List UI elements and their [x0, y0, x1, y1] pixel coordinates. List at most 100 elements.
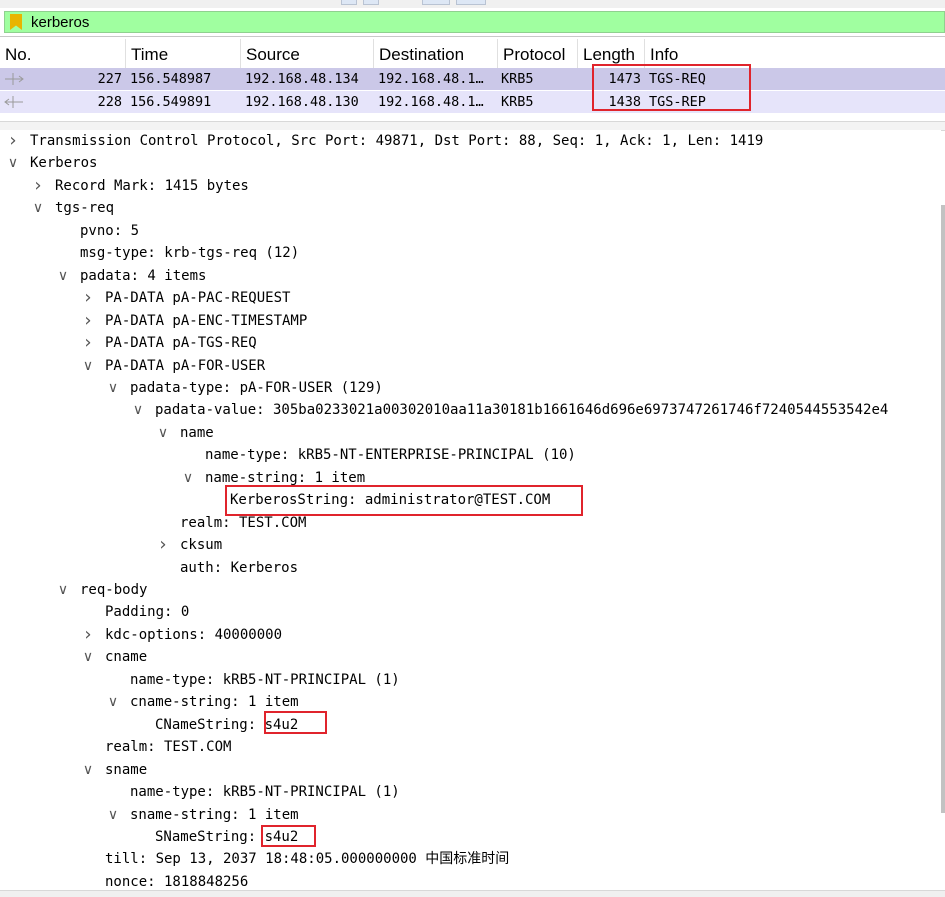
column-header-source[interactable]: Source: [241, 39, 374, 68]
tree-row-label: auth: Kerberos: [180, 559, 299, 576]
details-scrollbar[interactable]: [941, 205, 945, 813]
packet-length: 1438: [608, 94, 641, 110]
chevron-right-icon[interactable]: ›: [82, 287, 94, 309]
chevron-right-icon[interactable]: ›: [157, 534, 169, 556]
tree-row[interactable]: ∨ cname-string: 1 item: [0, 691, 941, 713]
tree-row-label: realm: TEST.COM: [180, 514, 307, 531]
tree-row-label: cname: [105, 649, 148, 666]
column-header-length[interactable]: Length: [578, 39, 645, 68]
chevron-down-icon[interactable]: ∨: [107, 804, 119, 826]
tree-row-label: PA-DATA pA-TGS-REQ: [105, 335, 257, 352]
chevron-down-icon[interactable]: ∨: [82, 355, 94, 377]
packet-row[interactable]: 227 156.548987 192.168.48.134 192.168.48…: [0, 68, 945, 90]
tree-row[interactable]: ∨ cname: [0, 646, 941, 668]
toolbar-button[interactable]: [341, 0, 357, 5]
column-header-protocol[interactable]: Protocol: [498, 39, 578, 68]
tree-row-label: till: Sep 13, 2037 18:48:05.000000000 中国…: [105, 851, 510, 868]
tree-row[interactable]: › kdc-options: 40000000: [0, 624, 941, 646]
tree-row[interactable]: ∨ req-body: [0, 579, 941, 601]
tree-row[interactable]: ∨ sname-string: 1 item: [0, 804, 941, 826]
tree-row[interactable]: name-type: kRB5-NT-PRINCIPAL (1): [0, 669, 941, 691]
tree-row[interactable]: ∨ padata: 4 items: [0, 265, 941, 287]
packet-row[interactable]: 228 156.549891 192.168.48.130 192.168.48…: [0, 91, 945, 113]
tree-row[interactable]: › PA-DATA pA-TGS-REQ: [0, 332, 941, 354]
chevron-right-icon[interactable]: ›: [7, 130, 19, 152]
packet-time: 156.548987: [130, 71, 212, 87]
tree-row-label: sname-string: 1 item: [130, 806, 299, 823]
tree-row[interactable]: auth: Kerberos: [0, 557, 941, 579]
column-header-destination[interactable]: Destination: [374, 39, 498, 68]
tree-row-label: SNameString: s4u2: [155, 828, 299, 845]
chevron-down-icon[interactable]: ∨: [107, 377, 119, 399]
chevron-down-icon[interactable]: ∨: [82, 646, 94, 668]
tree-row[interactable]: › PA-DATA pA-ENC-TIMESTAMP: [0, 310, 941, 332]
tree-row[interactable]: › PA-DATA pA-PAC-REQUEST: [0, 287, 941, 309]
chevron-right-icon[interactable]: ›: [82, 310, 94, 332]
tree-row[interactable]: › cksum: [0, 534, 941, 556]
toolbar-button[interactable]: [422, 0, 450, 5]
tree-row[interactable]: › Transmission Control Protocol, Src Port…: [0, 130, 941, 152]
tree-row[interactable]: name-type: kRB5-NT-ENTERPRISE-PRINCIPAL …: [0, 444, 941, 466]
column-header-info[interactable]: Info: [645, 39, 945, 68]
packet-time: 156.549891: [130, 94, 212, 110]
tree-row[interactable]: ∨ Kerberos: [0, 152, 941, 174]
tree-row-label: pvno: 5: [80, 222, 140, 239]
chevron-down-icon[interactable]: ∨: [32, 197, 44, 219]
packet-info: TGS-REP: [649, 94, 706, 110]
tree-row-label: Transmission Control Protocol, Src Port:…: [30, 133, 764, 149]
tree-row[interactable]: ∨ name: [0, 422, 941, 444]
toolbar-button[interactable]: [363, 0, 379, 5]
chevron-down-icon[interactable]: ∨: [107, 691, 119, 713]
chevron-down-icon[interactable]: ∨: [182, 467, 194, 489]
tree-row[interactable]: › Record Mark: 1415 bytes: [0, 175, 941, 197]
tree-row-label: Kerberos: [30, 155, 98, 172]
main-toolbar: [0, 0, 945, 8]
tree-row-label: name-type: kRB5-NT-PRINCIPAL (1): [130, 671, 400, 688]
chevron-right-icon[interactable]: ›: [82, 332, 94, 354]
chevron-down-icon[interactable]: ∨: [132, 399, 144, 421]
tree-row[interactable]: till: Sep 13, 2037 18:48:05.000000000 中国…: [0, 848, 941, 870]
tree-row[interactable]: nonce: 1818848256: [0, 871, 941, 890]
display-filter-input[interactable]: kerberos: [4, 11, 945, 33]
tree-row[interactable]: Padding: 0: [0, 601, 941, 623]
tree-row-label: name: [180, 424, 214, 441]
chevron-down-icon[interactable]: ∨: [57, 579, 69, 601]
tree-row[interactable]: ∨ padata-type: pA-FOR-USER (129): [0, 377, 941, 399]
tree-row[interactable]: pvno: 5: [0, 220, 941, 242]
tree-row-label: cksum: [180, 537, 223, 554]
packet-protocol: KRB5: [501, 71, 534, 87]
chevron-down-icon[interactable]: ∨: [57, 265, 69, 287]
tree-row[interactable]: SNameString: s4u2: [0, 826, 941, 848]
packet-list-header: No. Time Source Destination Protocol Len…: [0, 39, 945, 69]
tree-row[interactable]: KerberosString: administrator@TEST.COM: [0, 489, 941, 511]
tree-row[interactable]: name-type: kRB5-NT-PRINCIPAL (1): [0, 781, 941, 803]
tree-row-label: name-type: kRB5-NT-PRINCIPAL (1): [130, 784, 400, 801]
packet-source: 192.168.48.134: [245, 71, 359, 87]
tree-row[interactable]: CNameString: s4u2: [0, 714, 941, 736]
tree-row[interactable]: realm: TEST.COM: [0, 512, 941, 534]
toolbar-button[interactable]: [456, 0, 486, 5]
tree-row[interactable]: ∨ name-string: 1 item: [0, 467, 941, 489]
chevron-down-icon[interactable]: ∨: [7, 152, 19, 174]
tree-row[interactable]: ∨ tgs-req: [0, 197, 941, 219]
tree-row-label: realm: TEST.COM: [105, 739, 232, 756]
column-header-time[interactable]: Time: [126, 39, 241, 68]
chevron-right-icon[interactable]: ›: [32, 175, 44, 197]
tree-row[interactable]: ∨ PA-DATA pA-FOR-USER: [0, 355, 941, 377]
tree-row[interactable]: ∨ sname: [0, 759, 941, 781]
tree-row-label: cname-string: 1 item: [130, 694, 299, 711]
chevron-down-icon[interactable]: ∨: [82, 759, 94, 781]
tree-row[interactable]: msg-type: krb-tgs-req (12): [0, 242, 941, 264]
packet-details-tree: › Transmission Control Protocol, Src Port…: [0, 130, 941, 890]
chevron-right-icon[interactable]: ›: [82, 624, 94, 646]
packet-destination: 192.168.48.1…: [378, 94, 484, 110]
chevron-down-icon[interactable]: ∨: [157, 422, 169, 444]
tree-row-label: sname: [105, 761, 148, 778]
packet-length: 1473: [608, 71, 641, 87]
tree-row-label: PA-DATA pA-PAC-REQUEST: [105, 290, 291, 307]
tree-row[interactable]: ∨ padata-value: 305ba0233021a00302010aa11…: [0, 399, 941, 421]
bookmark-icon[interactable]: [10, 14, 22, 30]
tree-row[interactable]: realm: TEST.COM: [0, 736, 941, 758]
tree-row-label: padata: 4 items: [80, 267, 207, 284]
column-header-no[interactable]: No.: [0, 39, 126, 68]
